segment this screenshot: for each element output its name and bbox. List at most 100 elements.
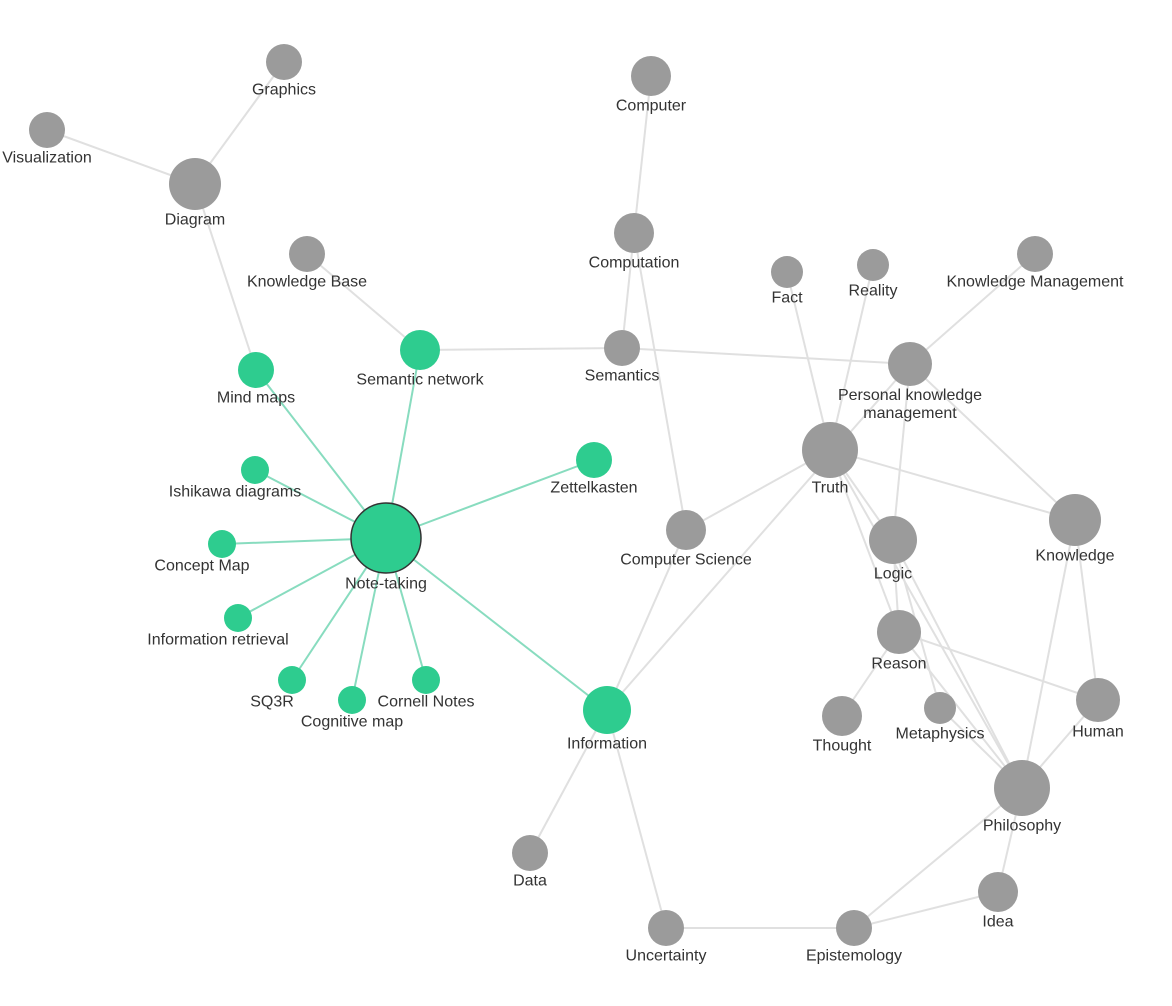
graph-node-label: Computer [616, 97, 687, 114]
graph-node-label: Cornell Notes [378, 693, 475, 710]
edge-diagram-mind_maps [195, 184, 256, 370]
graph-node-mind_maps[interactable]: Mind maps [217, 352, 295, 406]
graph-node-circle[interactable] [266, 44, 302, 80]
graph-node-label: Ishikawa diagrams [169, 483, 302, 500]
graph-node-circle[interactable] [869, 516, 917, 564]
graph-node-circle[interactable] [400, 330, 440, 370]
graph-node-visualization[interactable]: Visualization [2, 112, 92, 166]
graph-node-circle[interactable] [994, 760, 1050, 816]
graph-node-circle[interactable] [604, 330, 640, 366]
graph-node-circle[interactable] [169, 158, 221, 210]
graph-node-knowledge_base[interactable]: Knowledge Base [247, 236, 367, 290]
graph-node-circle[interactable] [822, 696, 862, 736]
graph-node-label: Philosophy [983, 817, 1061, 834]
graph-node-human[interactable]: Human [1072, 678, 1124, 740]
graph-node-circle[interactable] [351, 503, 421, 573]
graph-node-circle[interactable] [771, 256, 803, 288]
graph-node-label: Graphics [252, 81, 316, 98]
edge-computer-computation [634, 76, 651, 233]
graph-node-knowledge[interactable]: Knowledge [1035, 494, 1114, 564]
edge-knowledge-philosophy [1022, 520, 1075, 788]
graph-node-cornell_notes[interactable]: Cornell Notes [378, 666, 475, 710]
graph-node-label: Epistemology [806, 947, 902, 964]
graph-node-label: Knowledge Base [247, 273, 367, 290]
graph-node-circle[interactable] [802, 422, 858, 478]
graph-node-label: Idea [982, 913, 1013, 930]
graph-node-semantic_network[interactable]: Semantic network [356, 330, 484, 388]
graph-node-circle[interactable] [289, 236, 325, 272]
graph-node-label: Metaphysics [896, 725, 985, 742]
graph-node-circle[interactable] [278, 666, 306, 694]
graph-node-data[interactable]: Data [512, 835, 548, 889]
graph-node-cognitive_map[interactable]: Cognitive map [301, 686, 403, 730]
graph-node-circle[interactable] [857, 249, 889, 281]
graph-node-reality[interactable]: Reality [849, 249, 898, 299]
graph-node-circle[interactable] [666, 510, 706, 550]
graph-node-knowledge_mgmt[interactable]: Knowledge Management [946, 236, 1124, 290]
graph-node-concept_map[interactable]: Concept Map [154, 530, 249, 574]
graph-node-circle[interactable] [512, 835, 548, 871]
graph-node-note_taking[interactable]: Note-taking [345, 503, 427, 592]
graph-node-information[interactable]: Information [567, 686, 647, 752]
graph-node-label: Fact [771, 289, 803, 306]
edge-pkm-information [607, 364, 910, 710]
graph-node-ishikawa[interactable]: Ishikawa diagrams [169, 456, 302, 500]
edge-pkm-logic [893, 364, 910, 540]
graph-node-circle[interactable] [241, 456, 269, 484]
edge-computer_science-information [607, 530, 686, 710]
graph-node-label: Knowledge [1035, 547, 1114, 564]
graph-node-circle[interactable] [338, 686, 366, 714]
graph-node-label: Visualization [2, 149, 92, 166]
graph-node-circle[interactable] [1017, 236, 1053, 272]
graph-node-circle[interactable] [412, 666, 440, 694]
graph-node-epistemology[interactable]: Epistemology [806, 910, 902, 964]
graph-node-circle[interactable] [208, 530, 236, 558]
edge-reason-philosophy [899, 632, 1022, 788]
knowledge-graph[interactable]: Graphics Visualization Diagram Computer Comp… [0, 0, 1172, 1006]
graph-node-circle[interactable] [29, 112, 65, 148]
graph-node-circle[interactable] [631, 56, 671, 96]
graph-node-circle[interactable] [924, 692, 956, 724]
graph-node-circle[interactable] [888, 342, 932, 386]
graph-node-circle[interactable] [648, 910, 684, 946]
graph-node-idea[interactable]: Idea [978, 872, 1018, 930]
graph-node-label: Concept Map [154, 557, 249, 574]
graph-node-label: Human [1072, 723, 1124, 740]
graph-node-circle[interactable] [978, 872, 1018, 912]
graph-node-label: Semantics [585, 367, 660, 384]
graph-node-circle[interactable] [576, 442, 612, 478]
graph-node-graphics[interactable]: Graphics [252, 44, 316, 98]
graph-node-label: Knowledge Management [946, 273, 1124, 290]
graph-node-circle[interactable] [877, 610, 921, 654]
graph-node-reason[interactable]: Reason [871, 610, 926, 672]
graph-node-circle[interactable] [836, 910, 872, 946]
graph-node-philosophy[interactable]: Philosophy [983, 760, 1061, 834]
edge-reality-truth [830, 265, 873, 450]
graph-node-computation[interactable]: Computation [589, 213, 680, 271]
graph-node-circle[interactable] [1076, 678, 1120, 722]
graph-node-computer_science[interactable]: Computer Science [620, 510, 752, 568]
edge-knowledge-human [1075, 520, 1098, 700]
graph-node-circle[interactable] [583, 686, 631, 734]
graph-node-diagram[interactable]: Diagram [165, 158, 225, 228]
graph-node-fact[interactable]: Fact [771, 256, 803, 306]
graph-node-circle[interactable] [224, 604, 252, 632]
graph-node-circle[interactable] [614, 213, 654, 253]
graph-node-circle[interactable] [1049, 494, 1101, 546]
graph-node-uncertainty[interactable]: Uncertainty [626, 910, 707, 964]
graph-node-computer[interactable]: Computer [616, 56, 687, 114]
graph-node-label: Computation [589, 254, 680, 271]
graph-node-label: Diagram [165, 211, 225, 228]
graph-node-zettelkasten[interactable]: Zettelkasten [550, 442, 637, 496]
graph-node-info_retrieval[interactable]: Information retrieval [147, 604, 288, 648]
graph-node-thought[interactable]: Thought [813, 696, 872, 754]
edge-information-data [530, 710, 607, 853]
graph-node-sq3r[interactable]: SQ3R [250, 666, 306, 710]
graph-node-label: Semantic network [356, 371, 484, 388]
graph-node-label: Zettelkasten [550, 479, 637, 496]
edge-truth-philosophy [830, 450, 1022, 788]
graph-node-pkm[interactable]: Personal knowledgemanagement [838, 342, 982, 422]
edge-information-uncertainty [607, 710, 666, 928]
graph-node-semantics[interactable]: Semantics [585, 330, 660, 384]
graph-node-circle[interactable] [238, 352, 274, 388]
